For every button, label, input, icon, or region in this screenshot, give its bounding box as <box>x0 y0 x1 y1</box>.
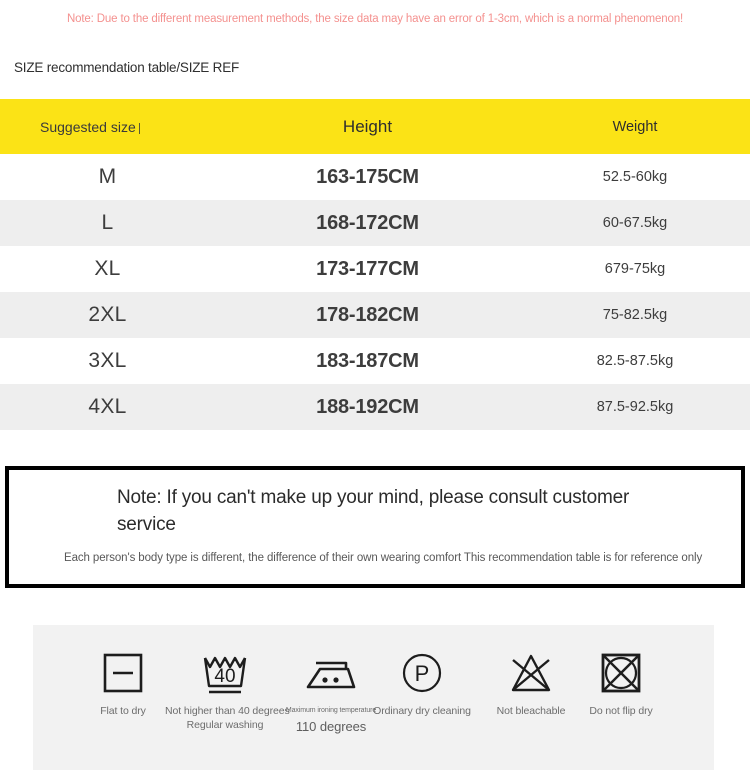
table-row: 4XL 188-192CM 87.5-92.5kg <box>0 384 750 430</box>
dry-clean-p-icon: P <box>362 642 482 704</box>
measurement-warning-note: Note: Due to the different measurement m… <box>66 13 684 25</box>
care-label-wash-40: Not higher than 40 degrees <box>165 705 290 717</box>
table-row: 3XL 183-187CM 82.5-87.5kg <box>0 338 750 384</box>
consult-note-headline: Note: If you can't make up your mind, pl… <box>117 487 630 535</box>
table-header-row: Suggested size Height Weight <box>0 99 750 154</box>
table-row: L 168-172CM 60-67.5kg <box>0 200 750 246</box>
table-row: XL 173-177CM 679-75kg <box>0 246 750 292</box>
column-header-weight: Weight <box>612 118 658 135</box>
cell-size: 2XL <box>88 303 127 326</box>
table-row: 2XL 178-182CM 75-82.5kg <box>0 292 750 338</box>
care-label-110-degrees: 110 degrees <box>295 719 367 734</box>
cell-height: 168-172CM <box>316 211 419 234</box>
cell-size: 4XL <box>88 395 127 418</box>
care-item-no-tumble-dry: Do not flip dry <box>561 625 681 718</box>
no-tumble-dry-icon <box>561 642 681 704</box>
size-recommendation-table: Suggested size Height Weight M 163-175CM… <box>0 99 750 430</box>
cell-height: 178-182CM <box>316 303 419 326</box>
wash-40-icon: 40 <box>165 642 285 704</box>
consult-note-subtext: Each person's body type is different, th… <box>64 552 703 564</box>
care-label-dry-cleaning: Ordinary dry cleaning <box>373 705 471 717</box>
cell-size: M <box>98 165 117 188</box>
care-label-regular-washing: Regular washing <box>186 719 264 731</box>
care-item-wash-40: 40 Not higher than 40 degrees Regular wa… <box>165 625 290 732</box>
cell-height: 188-192CM <box>316 395 419 418</box>
svg-text:P: P <box>415 661 430 686</box>
size-reference-title: SIZE recommendation table/SIZE REF <box>14 60 240 75</box>
cell-weight: 75-82.5kg <box>602 307 668 323</box>
cell-size: XL <box>94 257 121 280</box>
care-instructions-panel: Flat to dry 40 Not higher than 40 degree… <box>33 625 714 770</box>
column-header-size-label: Suggested size <box>40 118 136 135</box>
header-tick-mark <box>138 122 140 134</box>
cell-weight: 82.5-87.5kg <box>596 353 674 369</box>
cell-weight: 60-67.5kg <box>602 215 668 231</box>
care-item-dry-cleaning: P Ordinary dry cleaning <box>362 625 482 718</box>
wash-temperature-value: 40 <box>214 666 235 687</box>
cell-weight: 87.5-92.5kg <box>596 399 674 415</box>
column-header-height: Height <box>342 116 393 136</box>
care-label-no-tumble-dry: Do not flip dry <box>589 705 653 717</box>
cell-size: 3XL <box>88 349 127 372</box>
cell-height: 163-175CM <box>316 165 419 188</box>
table-row: M 163-175CM 52.5-60kg <box>0 154 750 200</box>
consult-note-box: Note: If you can't make up your mind, pl… <box>5 466 745 588</box>
cell-size: L <box>101 211 114 234</box>
column-header-size: Suggested size <box>0 119 215 135</box>
cell-height: 173-177CM <box>316 257 419 280</box>
cell-height: 183-187CM <box>316 349 419 372</box>
cell-weight: 679-75kg <box>604 261 666 277</box>
cell-weight: 52.5-60kg <box>602 169 668 185</box>
